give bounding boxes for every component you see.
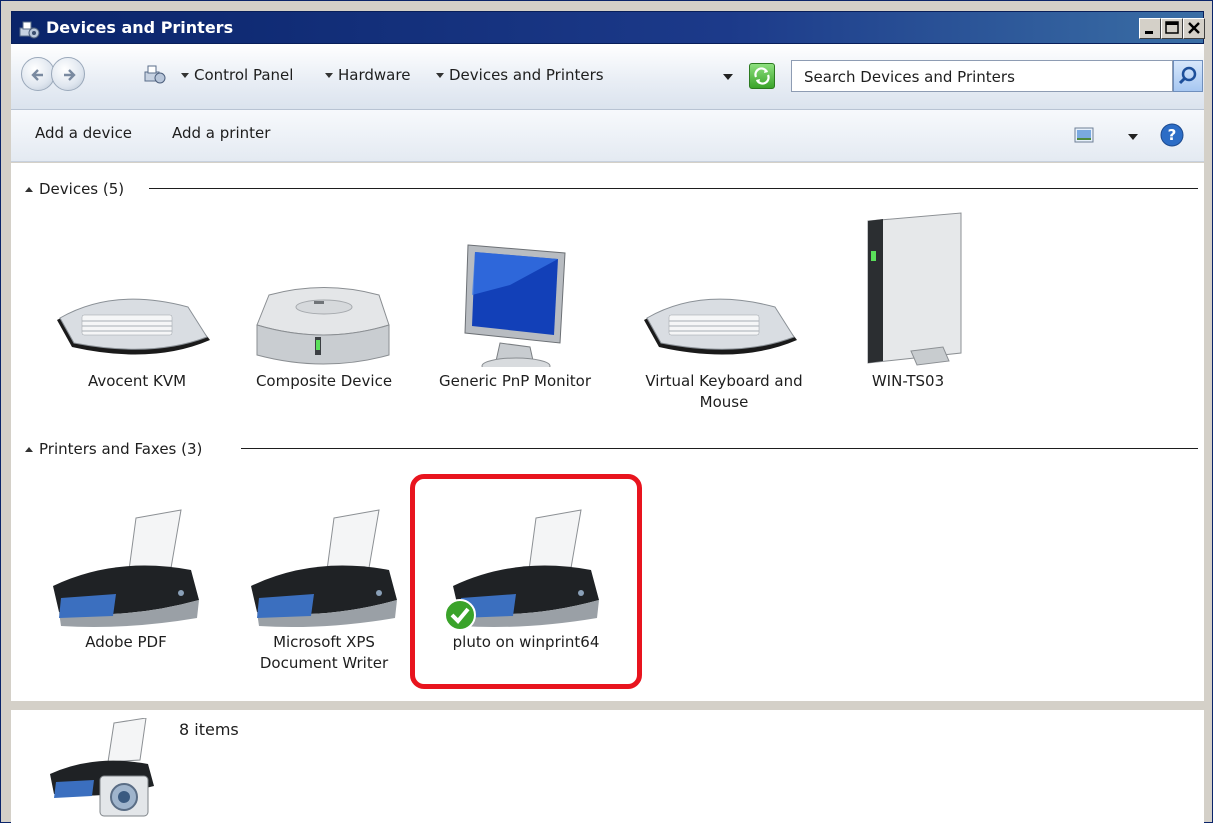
title-bar[interactable]: Devices and Printers <box>11 11 1205 44</box>
address-toolbar: Control Panel Hardware Devices and Print… <box>11 44 1204 110</box>
back-arrow-icon <box>31 69 43 81</box>
address-history-dropdown-icon[interactable] <box>723 74 733 80</box>
command-bar: Add a device Add a printer ? <box>11 110 1204 162</box>
close-button[interactable] <box>1183 18 1205 39</box>
search-input[interactable]: Search Devices and Printers <box>791 60 1173 92</box>
breadcrumb-separator-icon[interactable] <box>436 73 444 78</box>
keyboard-icon <box>644 298 797 355</box>
device-list-pane[interactable]: Devices (5) Avocent KVM Composite Device… <box>11 163 1204 701</box>
maximize-icon <box>1165 21 1179 34</box>
svg-text:?: ? <box>1168 126 1177 144</box>
device-item[interactable]: WIN-TS03 <box>823 211 993 392</box>
breadcrumb-separator-icon[interactable] <box>181 73 189 78</box>
explorer-window: Devices and Printers Control Panel Hardw… <box>0 0 1213 824</box>
printer-icon <box>53 509 199 627</box>
group-divider <box>149 188 1198 189</box>
keyboard-icon <box>57 298 210 355</box>
address-bar[interactable]: Control Panel Hardware Devices and Print… <box>138 60 748 90</box>
device-name: Virtual Keyboard and Mouse <box>645 372 803 411</box>
printer-name: Microsoft XPS Document Writer <box>259 633 389 672</box>
maximize-button[interactable] <box>1161 18 1183 39</box>
device-item[interactable]: Virtual Keyboard and Mouse <box>639 225 809 413</box>
forward-button[interactable] <box>51 57 85 91</box>
collapse-arrow-icon[interactable] <box>25 446 33 452</box>
forward-arrow-icon <box>64 69 76 81</box>
device-item[interactable]: Composite Device <box>239 225 409 392</box>
printers-group-label: Printers and Faxes (3) <box>39 440 203 458</box>
printer-name: Adobe PDF <box>85 633 167 651</box>
window-title: Devices and Printers <box>46 18 234 37</box>
close-icon <box>1188 22 1200 34</box>
device-name: Avocent KVM <box>87 372 187 390</box>
collapse-arrow-icon[interactable] <box>25 186 33 192</box>
devices-group-label: Devices (5) <box>39 180 125 198</box>
view-options-dropdown-icon[interactable] <box>1128 134 1138 140</box>
printer-icon <box>251 509 397 627</box>
printer-item[interactable]: Adobe PDF <box>41 508 211 653</box>
printers-group-header[interactable]: Printers and Faxes (3) <box>25 437 202 461</box>
printer-camera-icon <box>50 718 154 817</box>
breadcrumb-separator-icon[interactable] <box>325 73 333 78</box>
breadcrumb-control-panel[interactable]: Control Panel <box>194 66 293 84</box>
search-button[interactable] <box>1173 60 1203 92</box>
search-icon <box>1178 66 1197 85</box>
breadcrumb-devices-and-printers[interactable]: Devices and Printers <box>449 66 604 84</box>
back-button[interactable] <box>21 57 55 91</box>
monitor-icon <box>464 244 566 367</box>
selected-item-highlight <box>410 474 642 689</box>
minimize-button[interactable] <box>1139 18 1161 39</box>
change-view-icon[interactable] <box>1074 126 1094 144</box>
device-item[interactable]: Avocent KVM <box>52 225 222 392</box>
device-name: WIN-TS03 <box>871 372 945 390</box>
search-placeholder: Search Devices and Printers <box>804 68 1015 86</box>
printer-item[interactable]: Microsoft XPS Document Writer <box>239 508 409 674</box>
devices-group-header[interactable]: Devices (5) <box>25 177 124 201</box>
group-divider <box>241 448 1198 449</box>
devices-and-printers-icon <box>19 21 40 39</box>
external-drive-icon <box>256 287 390 365</box>
control-panel-icon <box>144 65 166 84</box>
minimize-icon <box>1145 31 1153 34</box>
device-item[interactable]: Generic PnP Monitor <box>430 225 600 392</box>
device-name: Composite Device <box>255 372 393 390</box>
computer-tower-icon <box>867 212 962 366</box>
add-printer-button[interactable]: Add a printer <box>172 124 270 142</box>
add-device-button[interactable]: Add a device <box>35 124 132 142</box>
breadcrumb-hardware[interactable]: Hardware <box>338 66 410 84</box>
item-count: 8 items <box>179 720 239 739</box>
device-name: Generic PnP Monitor <box>438 372 592 390</box>
refresh-icon <box>754 67 770 85</box>
refresh-button[interactable] <box>749 63 775 89</box>
details-pane: 8 items <box>11 701 1204 824</box>
help-icon[interactable]: ? <box>1160 123 1184 147</box>
